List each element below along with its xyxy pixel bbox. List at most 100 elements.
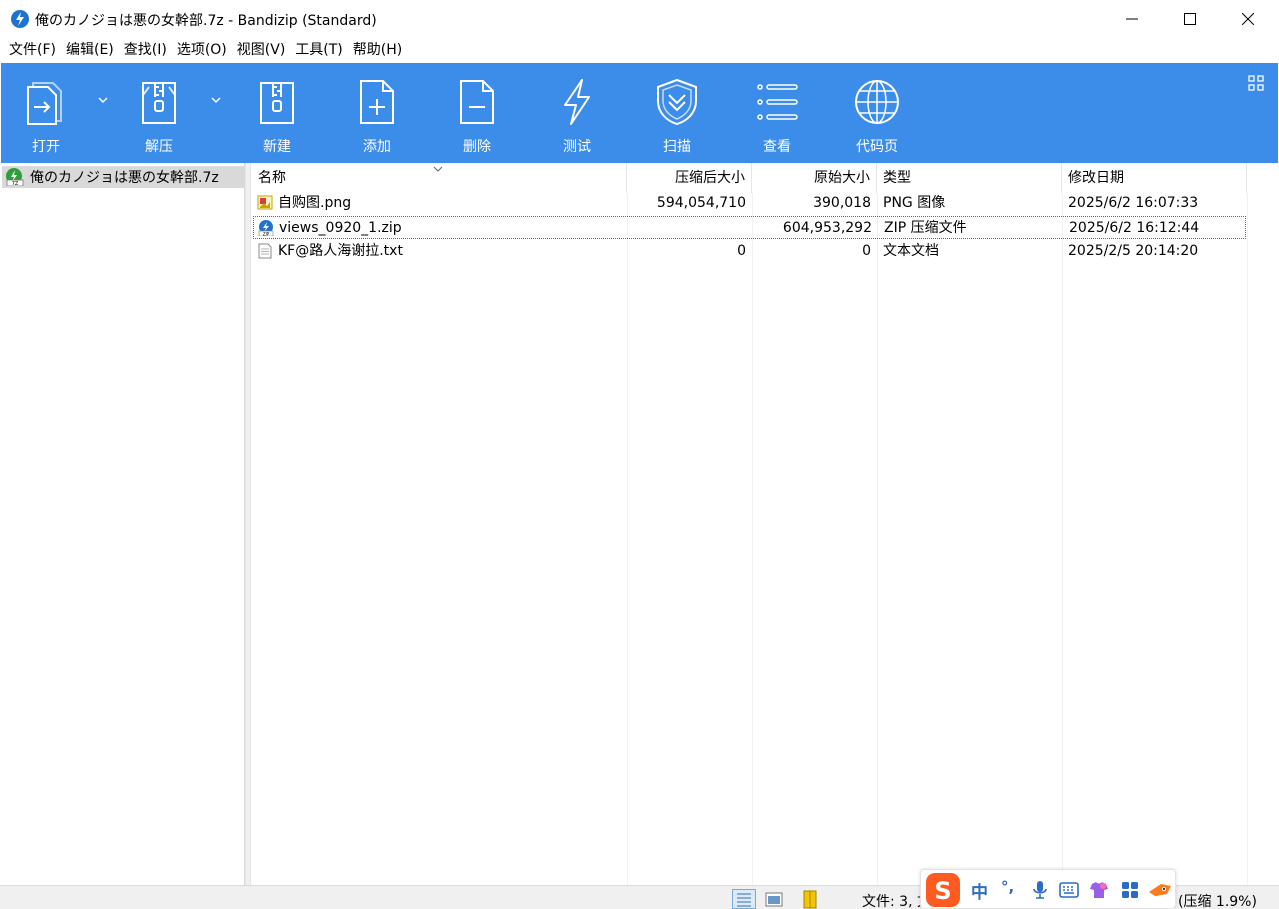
tree-item-archive-root[interactable]: 7Z 俺のカノジョは悪の女幹部.7z	[2, 166, 244, 188]
extract-label: 解压	[145, 139, 173, 155]
menu-help[interactable]: 帮助(H)	[348, 38, 407, 63]
column-divider	[877, 193, 878, 885]
test-button[interactable]: 测试	[532, 63, 622, 163]
7z-archive-icon: 7Z	[6, 168, 24, 186]
menu-tools[interactable]: 工具(T)	[290, 38, 347, 63]
codepage-label: 代码页	[856, 139, 898, 155]
file-packed-size: 594,054,710	[656, 195, 746, 211]
view-button[interactable]: 查看	[732, 63, 822, 163]
minimize-icon	[1126, 18, 1138, 20]
extract-dropdown-chevron-icon[interactable]	[209, 93, 223, 107]
column-divider	[1247, 193, 1248, 885]
file-type: 文本文档	[883, 243, 939, 259]
sort-descending-icon	[433, 166, 443, 172]
image-file-icon	[257, 195, 273, 210]
view-label: 查看	[763, 139, 791, 155]
globe-icon	[855, 80, 899, 124]
shield-icon	[657, 78, 697, 126]
svg-text:ZIP: ZIP	[263, 231, 270, 236]
toolbox-grid-icon[interactable]	[1121, 881, 1139, 899]
file-size: 390,018	[813, 195, 871, 211]
scan-button[interactable]: 扫描	[632, 63, 722, 163]
file-list: 名称 压缩后大小 原始大小 类型 修改日期 自购图.png 594,054,71…	[251, 163, 1279, 885]
close-button[interactable]	[1219, 0, 1277, 38]
ime-toolbar: S 中 °,	[920, 869, 1176, 909]
column-divider	[627, 193, 628, 885]
minimize-button[interactable]	[1103, 0, 1161, 38]
svg-text:7Z: 7Z	[12, 181, 19, 186]
open-dropdown-chevron-icon[interactable]	[96, 93, 110, 107]
close-icon	[1242, 13, 1254, 25]
menu-bar: 文件(F) 编辑(E) 查找(I) 选项(O) 视图(V) 工具(T) 帮助(H…	[0, 38, 1279, 63]
column-header-type[interactable]: 类型	[877, 163, 1062, 193]
file-modified: 2025/6/2 16:07:33	[1068, 195, 1199, 211]
column-divider	[752, 193, 753, 885]
keyboard-icon[interactable]	[1059, 882, 1079, 898]
lightning-icon	[564, 79, 590, 125]
file-type: ZIP 压缩文件	[884, 220, 967, 236]
extract-icon	[142, 82, 176, 124]
maximize-button[interactable]	[1161, 0, 1219, 38]
column-header-name[interactable]: 名称	[251, 163, 627, 193]
delete-button[interactable]: 删除	[432, 63, 522, 163]
title-bar: 俺のカノジョは悪の女幹部.7z - Bandizip (Standard)	[0, 0, 1279, 38]
details-view-icon[interactable]	[732, 889, 756, 909]
svg-text:S: S	[934, 877, 951, 905]
add-file-icon	[360, 80, 394, 124]
open-icon	[27, 82, 62, 125]
maximize-icon	[1184, 13, 1196, 25]
add-button[interactable]: 添加	[332, 63, 422, 163]
codepage-button[interactable]: 代码页	[832, 63, 922, 163]
sogou-ime-logo-icon[interactable]: S	[925, 872, 961, 908]
test-label: 测试	[563, 139, 591, 155]
file-modified: 2025/6/2 16:12:44	[1069, 220, 1200, 236]
menu-view[interactable]: 视图(V)	[232, 38, 291, 63]
delete-file-icon	[460, 80, 494, 124]
open-button[interactable]: 打开	[1, 63, 91, 163]
file-name: KF@路人海谢拉.txt	[278, 243, 403, 259]
open-label: 打开	[32, 139, 60, 155]
add-label: 添加	[363, 139, 391, 155]
status-compression-ratio: (压缩 1.9%)	[1178, 894, 1257, 909]
column-header-packed-size[interactable]: 压缩后大小	[627, 163, 752, 193]
ime-punctuation-toggle[interactable]: °,	[1001, 878, 1014, 896]
layout-grid-icon[interactable]	[1248, 75, 1264, 91]
ime-language-toggle[interactable]: 中	[971, 878, 988, 903]
window-title: 俺のカノジョは悪の女幹部.7z - Bandizip (Standard)	[35, 13, 377, 29]
column-divider	[1062, 193, 1063, 885]
folder-tree: 7Z 俺のカノジョは悪の女幹部.7z	[0, 163, 245, 885]
scan-label: 扫描	[663, 139, 691, 155]
mascot-icon[interactable]	[1147, 880, 1173, 900]
file-size: 0	[862, 243, 871, 259]
file-packed-size: 0	[737, 243, 746, 259]
text-file-icon	[258, 243, 272, 259]
file-row[interactable]: ZIP views_0920_1.zip 604,953,292 ZIP 压缩文…	[253, 216, 1246, 239]
menu-options[interactable]: 选项(O)	[172, 38, 232, 63]
new-label: 新建	[263, 139, 291, 155]
skin-shirt-icon[interactable]	[1089, 880, 1109, 900]
file-packed-size	[628, 217, 747, 239]
list-icon	[757, 84, 798, 120]
menu-edit[interactable]: 编辑(E)	[61, 38, 119, 63]
file-type: PNG 图像	[883, 195, 946, 211]
zip-archive-icon: ZIP	[258, 220, 274, 236]
menu-file[interactable]: 文件(F)	[4, 38, 61, 63]
file-size: 604,953,292	[782, 220, 872, 236]
toolbar: 打开 解压 新建 添加 删除 测试 扫描 查看 代码页	[1, 63, 1278, 163]
extract-button[interactable]: 解压	[114, 63, 204, 163]
new-button[interactable]: 新建	[232, 63, 322, 163]
delete-label: 删除	[463, 139, 491, 155]
menu-find[interactable]: 查找(I)	[119, 38, 172, 63]
file-row[interactable]: 自购图.png 594,054,710 390,018 PNG 图像 2025/…	[253, 192, 1246, 214]
preview-view-icon[interactable]	[762, 889, 786, 909]
file-name: views_0920_1.zip	[279, 220, 402, 236]
tree-item-label: 俺のカノジョは悪の女幹部.7z	[30, 170, 219, 186]
column-header-size[interactable]: 原始大小	[752, 163, 877, 193]
archive-info-icon[interactable]	[800, 889, 824, 909]
file-modified: 2025/2/5 20:14:20	[1068, 243, 1199, 259]
file-row[interactable]: KF@路人海谢拉.txt 0 0 文本文档 2025/2/5 20:14:20	[253, 240, 1246, 262]
file-name: 自购图.png	[278, 195, 352, 211]
microphone-icon[interactable]	[1031, 880, 1049, 900]
column-header-modified[interactable]: 修改日期	[1062, 163, 1247, 193]
bandizip-app-icon[interactable]	[11, 10, 29, 28]
